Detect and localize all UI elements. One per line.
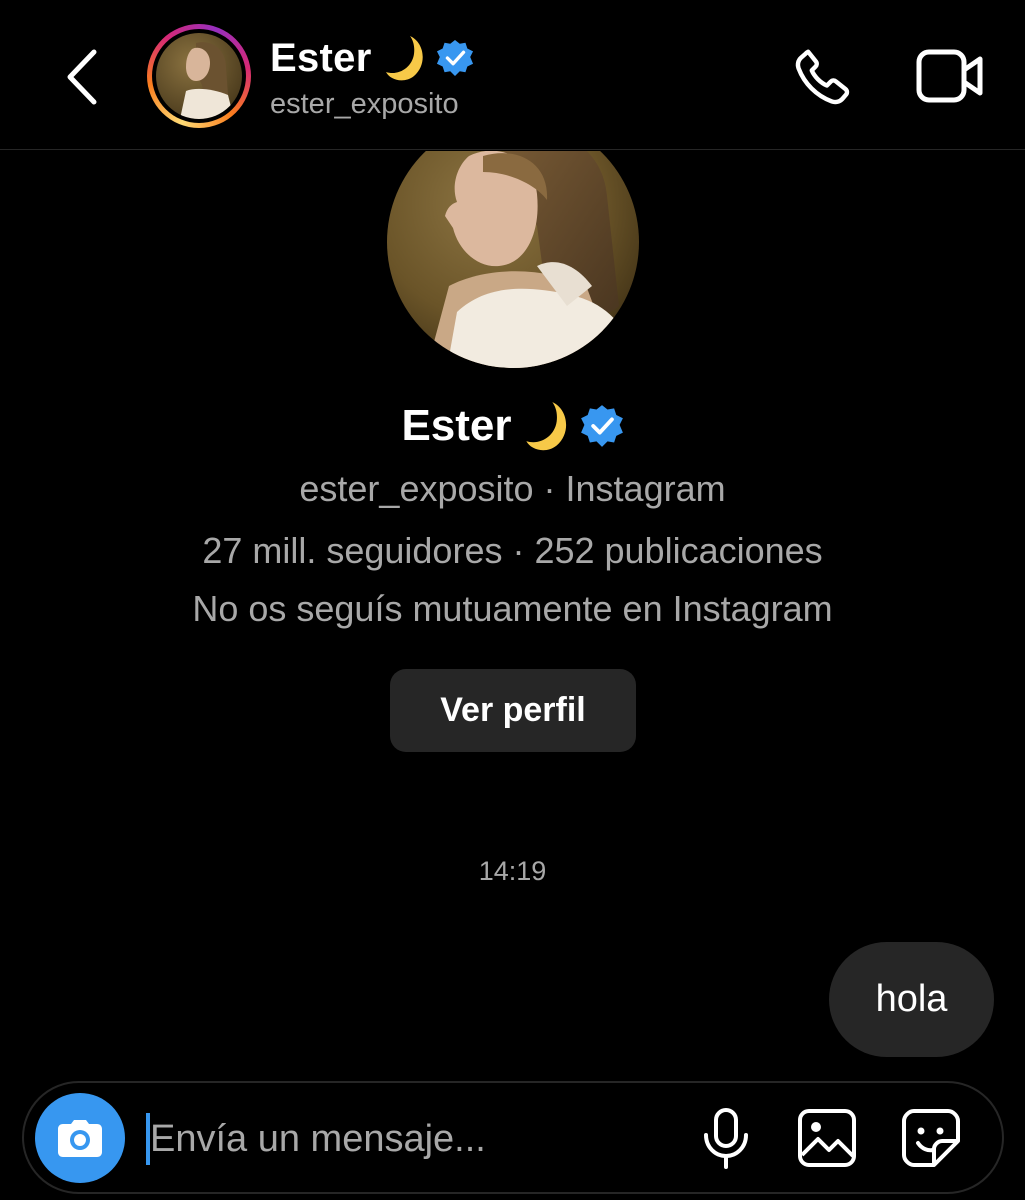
header-name: Ester [270,35,372,80]
message-bubble[interactable]: hola [829,942,994,1057]
microphone-icon [704,1108,748,1169]
profile-mutual-line: No os seguís mutuamente en Instagram [192,588,833,629]
profile-stats-line: 27 mill. seguidores · 252 publicaciones [202,530,823,571]
profile-username-line: ester_exposito · Instagram [299,468,726,509]
chat-screen: Ester ester_exposito Ester ester_exposit… [0,0,1025,1200]
profile-photo-icon [387,151,639,368]
verified-icon [580,405,623,447]
moon-emoji-icon [385,36,423,81]
video-camera-icon [916,49,983,103]
back-button[interactable] [58,46,108,108]
header-name-row[interactable]: Ester [270,30,474,86]
gallery-icon [798,1109,856,1167]
chat-header: Ester ester_exposito [0,0,1025,150]
back-icon [67,49,97,105]
profile-name: Ester [401,401,512,450]
profile-card-avatar-area [0,151,1025,381]
view-profile-button[interactable]: Ver perfil [390,669,636,752]
phone-icon [795,49,850,105]
gallery-button[interactable] [796,1107,858,1169]
camera-icon [58,1120,102,1157]
profile-avatar[interactable] [387,151,639,368]
message-composer [22,1081,1004,1194]
verified-icon [436,39,473,77]
message-input[interactable] [150,1105,670,1173]
camera-button[interactable] [35,1093,125,1183]
message-timestamp: 14:19 [478,856,547,886]
avatar-photo-icon [156,33,242,119]
voice-message-button[interactable] [700,1107,752,1171]
profile-name-row: Ester [0,394,1025,458]
moon-emoji-icon [525,402,566,451]
sticker-icon [902,1109,960,1167]
video-call-button[interactable] [914,46,986,106]
sticker-button[interactable] [900,1107,962,1169]
header-avatar[interactable] [147,24,251,128]
audio-call-button[interactable] [790,44,856,110]
header-username: ester_exposito [270,88,459,120]
